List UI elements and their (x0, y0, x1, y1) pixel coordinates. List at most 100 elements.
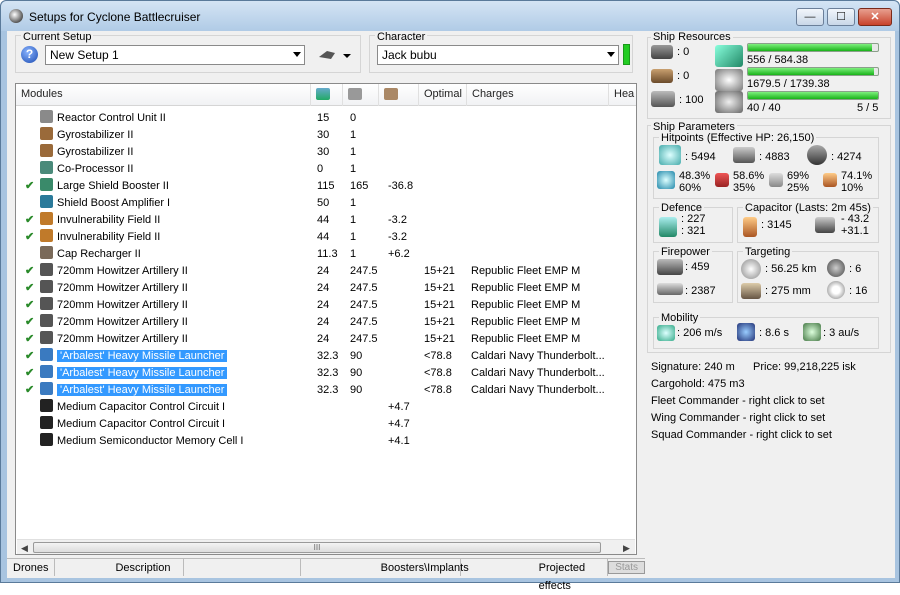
table-row[interactable]: Reactor Control Unit II 15 0 (16, 110, 636, 127)
module-capacitor: +6.2 (388, 248, 410, 260)
module-cpu: 90 (350, 367, 363, 379)
module-name: Gyrostabilizer II (57, 129, 134, 141)
module-name: Invulnerability Field II (57, 214, 161, 226)
help-icon[interactable]: ? (21, 46, 38, 63)
table-row[interactable]: ✔ 'Arbalest' Heavy Missile Launcher 32.3 90… (16, 348, 636, 365)
table-row[interactable]: Medium Capacitor Control Circuit I +4.7 (16, 416, 636, 433)
table-row[interactable]: ✔ 720mm Howitzer Artillery II 24 247.5 15+21… (16, 263, 636, 280)
module-name-cell: Gyrostabilizer II (40, 144, 133, 161)
table-row[interactable]: Gyrostabilizer II 30 1 (16, 144, 636, 161)
active-check-icon[interactable]: ✔ (25, 331, 34, 348)
active-check-icon[interactable]: ✔ (25, 178, 34, 195)
squad-commander[interactable]: Squad Commander - right click to set (651, 429, 832, 441)
table-row[interactable]: Co-Processor II 0 1 (16, 161, 636, 178)
col-optimal[interactable]: Optimal (419, 84, 467, 106)
module-name: Large Shield Booster II (57, 180, 169, 192)
col-modules[interactable]: Modules (16, 84, 311, 106)
module-powergrid: 30 (317, 129, 330, 141)
module-name-cell: 720mm Howitzer Artillery II (40, 263, 188, 280)
table-row[interactable]: ✔ Invulnerability Field II 44 1 -3.2 (16, 229, 636, 246)
tab-drones[interactable]: Drones (7, 559, 56, 576)
close-button[interactable]: ✕ (858, 8, 892, 26)
module-name-cell: Medium Capacitor Control Circuit I (40, 399, 225, 416)
maximize-button[interactable]: ☐ (827, 8, 855, 26)
wing-commander[interactable]: Wing Commander - right click to set (651, 412, 825, 424)
module-capacitor: +4.1 (388, 435, 410, 447)
module-optimal: <78.8 (424, 384, 452, 396)
tab-stats[interactable]: Stats (608, 561, 645, 574)
module-name: 'Arbalest' Heavy Missile Launcher (57, 384, 228, 396)
col-powergrid[interactable] (311, 84, 343, 106)
armor-hp: : 4883 (759, 151, 790, 163)
active-check-icon[interactable]: ✔ (25, 314, 34, 331)
table-row[interactable]: Shield Boost Amplifier I 50 1 (16, 195, 636, 212)
active-check-icon[interactable]: ✔ (25, 382, 34, 399)
col-cpu[interactable] (343, 84, 379, 106)
table-row[interactable]: Cap Recharger II 11.3 1 +6.2 (16, 246, 636, 263)
table-row[interactable]: ✔ 'Arbalest' Heavy Missile Launcher 32.3 90… (16, 382, 636, 399)
active-check-icon[interactable]: ✔ (25, 263, 34, 280)
turret-hardpoint-icon (651, 45, 673, 59)
table-row[interactable]: ✔ 720mm Howitzer Artillery II 24 247.5 15+21… (16, 280, 636, 297)
res-explosive-b: 10% (841, 182, 864, 194)
table-row[interactable]: ✔ 'Arbalest' Heavy Missile Launcher 32.3 90… (16, 365, 636, 382)
setup-dropdown[interactable]: New Setup 1 (45, 45, 305, 65)
fleet-commander[interactable]: Fleet Commander - right click to set (651, 395, 825, 407)
table-row[interactable]: ✔ 720mm Howitzer Artillery II 24 247.5 15+21… (16, 331, 636, 348)
active-check-icon[interactable]: ✔ (25, 297, 34, 314)
scan-resolution-icon (741, 283, 761, 299)
active-check-icon[interactable]: ✔ (25, 212, 34, 229)
capacitor-drain: - 43.2 (841, 213, 870, 225)
module-name: Shield Boost Amplifier I (57, 197, 171, 209)
capacitor-recharge: +31.1 (841, 225, 869, 237)
module-list[interactable]: Modules Optimal Charges Hea Reactor Cont… (15, 83, 637, 555)
minimize-button[interactable]: — (796, 8, 824, 26)
horizontal-scrollbar[interactable]: ◀ III ▶ (17, 539, 635, 554)
module-icon (40, 263, 53, 276)
setup-label: Current Setup (21, 31, 94, 43)
table-row[interactable]: ✔ Large Shield Booster II 115 165 -36.8 (16, 178, 636, 195)
module-powergrid: 24 (317, 333, 330, 345)
scroll-right-icon[interactable]: ▶ (623, 543, 630, 554)
module-icon (40, 399, 53, 412)
table-row[interactable]: Medium Semiconductor Memory Cell I +4.1 (16, 433, 636, 450)
res-thermal-b: 35% (733, 182, 756, 194)
scroll-left-icon[interactable]: ◀ (21, 543, 28, 554)
module-name-cell: 'Arbalest' Heavy Missile Launcher (40, 382, 228, 399)
table-row[interactable]: ✔ Invulnerability Field II 44 1 -3.2 (16, 212, 636, 229)
tab-description[interactable]: Description (55, 559, 184, 576)
table-row[interactable]: Medium Capacitor Control Circuit I +4.7 (16, 399, 636, 416)
active-check-icon[interactable]: ✔ (25, 365, 34, 382)
active-check-icon[interactable]: ✔ (25, 229, 34, 246)
character-dropdown[interactable]: Jack bubu (377, 45, 619, 65)
module-icon (40, 144, 53, 157)
tab-projected-effects[interactable]: Projected effects (461, 559, 609, 592)
module-powergrid: 11.3 (317, 248, 338, 260)
module-optimal: 15+21 (424, 316, 455, 328)
mobility-speed: : 206 m/s (677, 327, 723, 339)
turret-dps-icon (657, 259, 683, 275)
mobility-align: : 8.6 s (759, 327, 789, 339)
active-check-icon[interactable]: ✔ (25, 280, 34, 297)
module-name-cell: 720mm Howitzer Artillery II (40, 297, 188, 314)
ship-menu-button[interactable] (317, 47, 353, 63)
module-charge: Republic Fleet EMP M (471, 265, 581, 277)
module-name-cell: Cap Recharger II (40, 246, 141, 263)
ship-resources-label: Ship Resources (651, 31, 733, 43)
active-check-icon[interactable]: ✔ (25, 348, 34, 365)
volley-icon (657, 283, 683, 295)
mobility-label: Mobility (659, 312, 701, 324)
targeting-scan: : 16 (849, 285, 868, 297)
module-icon (40, 365, 53, 378)
scroll-thumb[interactable]: III (33, 542, 601, 553)
col-heat[interactable]: Hea (609, 84, 636, 106)
module-capacitor: +4.7 (388, 418, 410, 430)
tab-boosters (184, 559, 301, 576)
table-row[interactable]: ✔ 720mm Howitzer Artillery II 24 247.5 15+21… (16, 297, 636, 314)
table-row[interactable]: ✔ 720mm Howitzer Artillery II 24 247.5 15+21… (16, 314, 636, 331)
col-charges[interactable]: Charges (467, 84, 609, 106)
tab-boosters-implants[interactable]: Boosters\Implants (301, 559, 469, 576)
table-row[interactable]: Gyrostabilizer II 30 1 (16, 127, 636, 144)
col-capacitor[interactable] (379, 84, 419, 106)
module-icon (40, 297, 53, 310)
